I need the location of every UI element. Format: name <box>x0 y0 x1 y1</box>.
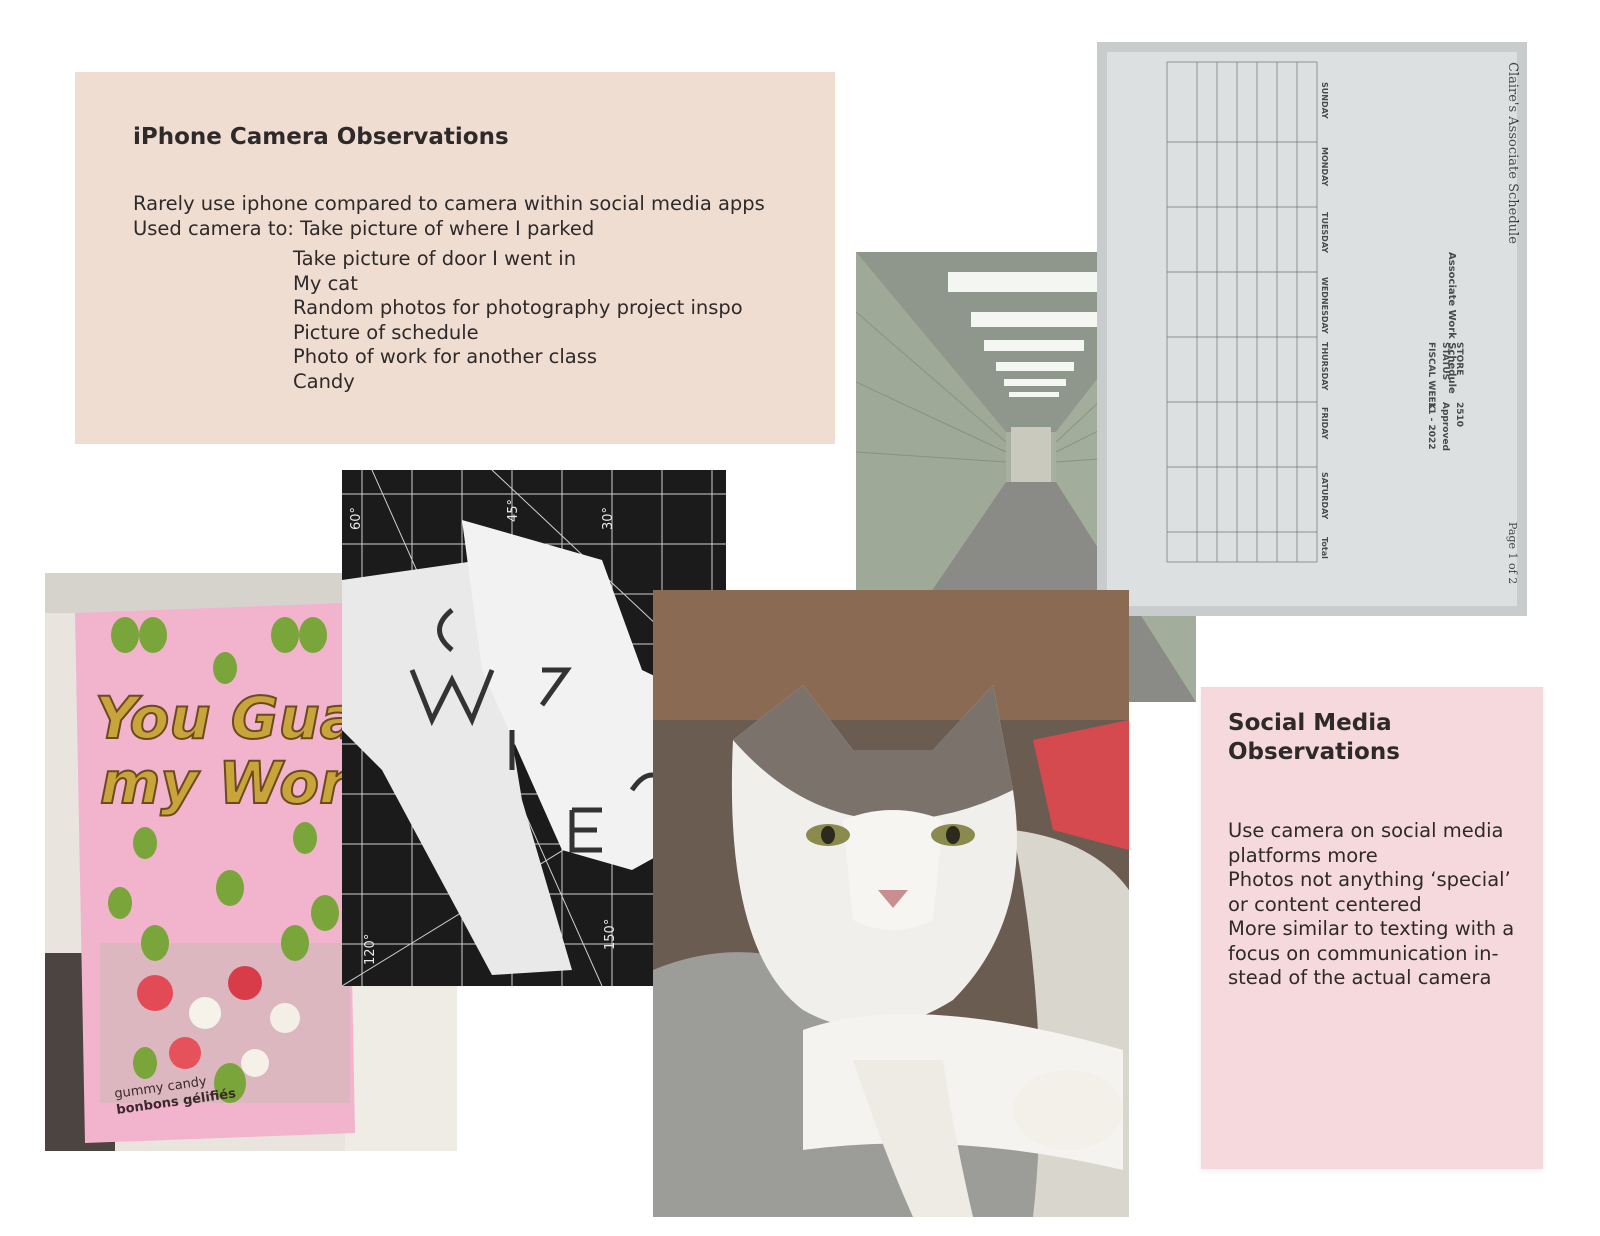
iphone-card-body: Rarely use iphone compared to camera wit… <box>133 192 777 394</box>
social-line: Use camera on social media platforms mor… <box>1228 819 1504 867</box>
iphone-use-item: Random photos for photography project in… <box>293 296 743 319</box>
iphone-use-item: Picture of schedule <box>293 320 479 344</box>
mat-angle-45: 45° <box>506 499 521 522</box>
mat-angle-60: 60° <box>349 507 364 530</box>
iphone-use-item: Candy <box>293 369 355 393</box>
iphone-line: Used camera to: Take picture of where I … <box>133 216 595 240</box>
mat-angle-150: 150° <box>603 919 618 950</box>
iphone-card-title: iPhone Camera Observations <box>133 124 509 150</box>
social-card-title: Social Media Observations <box>1228 710 1400 765</box>
social-card-body: Use camera on social media platforms mor… <box>1228 819 1516 991</box>
iphone-use-item: Take picture of door I went in <box>293 247 577 270</box>
iphone-observations-card: iPhone Camera Observations Rarely use ip… <box>75 72 835 444</box>
iphone-use-list: Take picture of door I went in My cat Ra… <box>293 247 777 394</box>
social-line: More similar to texting with a focus on … <box>1228 917 1515 989</box>
cat-photo <box>653 590 1129 1217</box>
iphone-use-item: Photo of work for another class <box>293 345 598 368</box>
iphone-line: Rarely use iphone compared to camera wit… <box>133 192 765 215</box>
mat-angle-120: 120° <box>363 934 378 965</box>
social-line: Photos not anything ‘special’ or content… <box>1228 868 1511 916</box>
schedule-photo: Claire's Associate Schedule Page 1 of 2 … <box>1097 42 1527 616</box>
mat-angle-30: 30° <box>601 507 616 530</box>
social-media-observations-card: Social Media Observations Use camera on … <box>1201 687 1543 1169</box>
iphone-use-item: My cat <box>293 271 358 295</box>
